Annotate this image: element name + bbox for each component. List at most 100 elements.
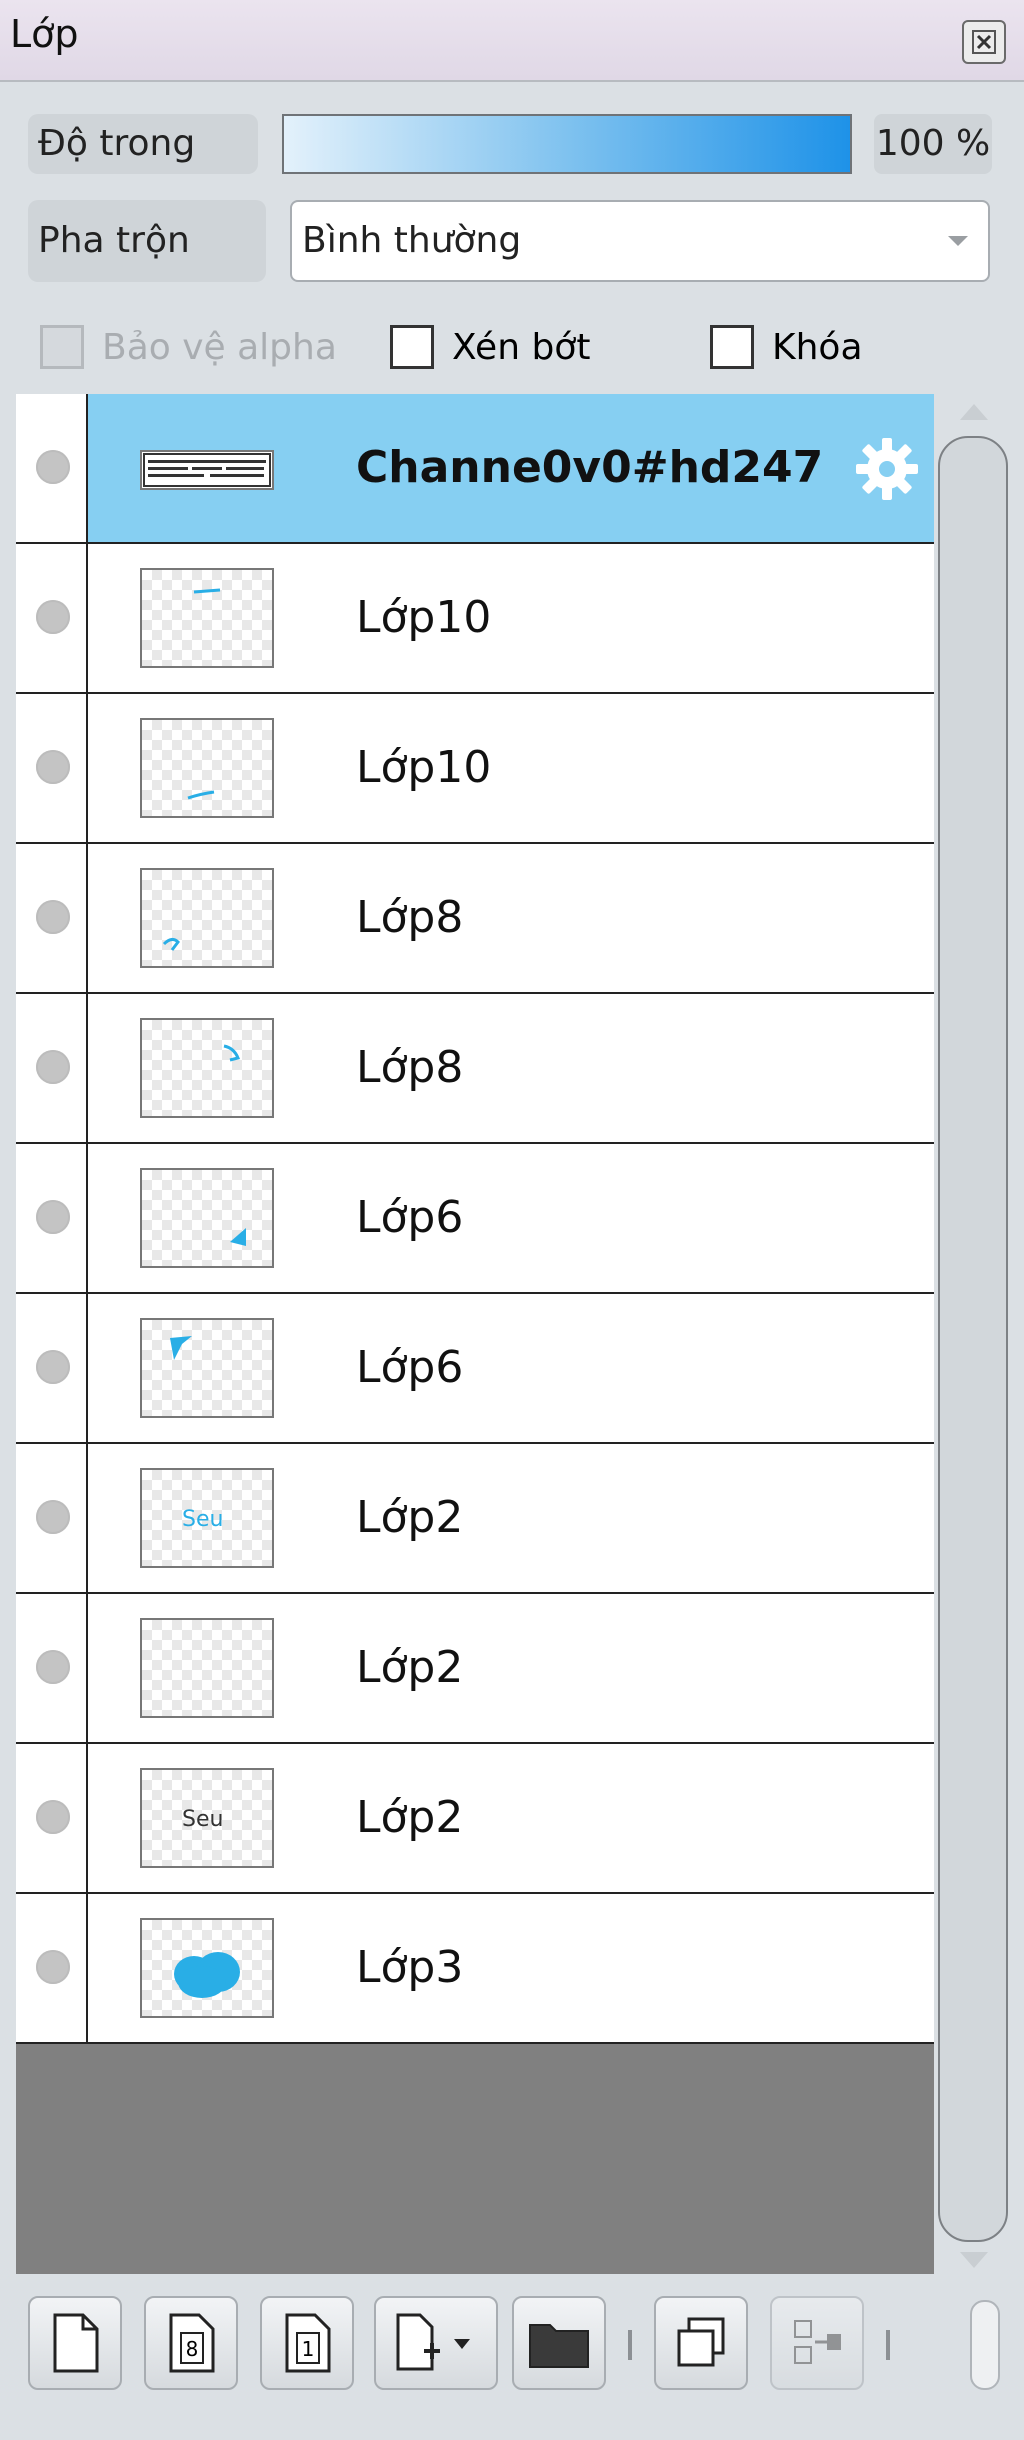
duplicate-layer-button[interactable] bbox=[654, 2296, 748, 2390]
layer-row-content[interactable]: Lớp3 bbox=[88, 1894, 934, 2042]
layer-row[interactable]: Lớp8 bbox=[16, 844, 934, 994]
layer-row-content[interactable]: Lớp6 bbox=[88, 1294, 934, 1442]
new-8bit-layer-button[interactable]: 8 bbox=[144, 2296, 238, 2390]
blend-mode-value: Bình thường bbox=[302, 220, 522, 261]
clipping-label: Xén bớt bbox=[452, 326, 591, 368]
layer-name: Lớp8 bbox=[356, 892, 464, 943]
layer-thumbnail bbox=[140, 1018, 274, 1118]
layer-thumbnail bbox=[140, 718, 274, 818]
duplicate-layer-icon bbox=[677, 2317, 725, 2367]
visibility-toggle[interactable] bbox=[16, 1594, 88, 1742]
visibility-dot-icon bbox=[36, 1800, 70, 1834]
clipping-box[interactable] bbox=[390, 325, 434, 369]
visibility-dot-icon bbox=[36, 900, 70, 934]
thumbnail-text: Seu bbox=[182, 1507, 223, 1532]
new-folder-icon bbox=[529, 2324, 589, 2368]
layer-thumbnail: Seu bbox=[140, 1768, 274, 1868]
layer-row[interactable]: Lớp10 bbox=[16, 544, 934, 694]
layer-row[interactable]: Channe0v0#hd247 bbox=[16, 394, 934, 544]
visibility-toggle[interactable] bbox=[16, 1444, 88, 1592]
visibility-toggle[interactable] bbox=[16, 994, 88, 1142]
lock-box[interactable] bbox=[710, 325, 754, 369]
scroll-down-icon[interactable] bbox=[960, 2252, 988, 2268]
layer-row-content[interactable]: Lớp10 bbox=[88, 544, 934, 692]
visibility-toggle[interactable] bbox=[16, 544, 88, 692]
layer-row-content[interactable]: Channe0v0#hd247 bbox=[88, 394, 934, 542]
opacity-value[interactable]: 100 % bbox=[874, 114, 992, 174]
opacity-slider[interactable] bbox=[282, 114, 852, 174]
layer-name: Lớp10 bbox=[356, 592, 492, 643]
lock-checkbox[interactable]: Khóa bbox=[710, 322, 863, 372]
scrollbar-thumb[interactable] bbox=[938, 436, 1008, 2242]
toolbar-separator bbox=[628, 2330, 632, 2360]
close-button[interactable] bbox=[962, 20, 1006, 64]
clipping-checkbox[interactable]: Xén bớt bbox=[390, 322, 590, 372]
layer-panel: Độ trong 100 % Pha trộn Bình thường Bảo … bbox=[0, 80, 1024, 2440]
layer-row[interactable]: Seu Lớp2 bbox=[16, 1444, 934, 1594]
visibility-toggle[interactable] bbox=[16, 844, 88, 992]
new-layer-button[interactable] bbox=[28, 2296, 122, 2390]
protect-alpha-box[interactable] bbox=[40, 325, 84, 369]
gear-icon[interactable] bbox=[854, 436, 920, 502]
merge-down-button[interactable] bbox=[770, 2296, 864, 2390]
scrollbar[interactable] bbox=[938, 394, 1010, 2274]
layer-row-content[interactable]: Lớp8 bbox=[88, 994, 934, 1142]
layer-row-content[interactable]: Lớp10 bbox=[88, 694, 934, 842]
layer-row-content[interactable]: Lớp2 bbox=[88, 1594, 934, 1742]
visibility-toggle[interactable] bbox=[16, 1294, 88, 1442]
protect-alpha-checkbox[interactable]: Bảo vệ alpha bbox=[40, 322, 337, 372]
layer-thumbnail bbox=[140, 568, 274, 668]
visibility-dot-icon bbox=[36, 450, 70, 484]
thumbnail-text: Seu bbox=[182, 1807, 223, 1832]
visibility-dot-icon bbox=[36, 1650, 70, 1684]
layer-row-content[interactable]: Seu Lớp2 bbox=[88, 1744, 934, 1892]
svg-text:1: 1 bbox=[302, 2337, 315, 2361]
add-layer-menu-button[interactable] bbox=[374, 2296, 498, 2390]
svg-text:8: 8 bbox=[186, 2337, 199, 2361]
visibility-toggle[interactable] bbox=[16, 1144, 88, 1292]
lock-label: Khóa bbox=[772, 326, 863, 368]
new-1bit-layer-icon: 1 bbox=[285, 2313, 331, 2373]
layer-row-content[interactable]: Seu Lớp2 bbox=[88, 1444, 934, 1592]
layer-row[interactable]: Lớp3 bbox=[16, 1894, 934, 2044]
layer-name: Lớp3 bbox=[356, 1942, 464, 1993]
visibility-toggle[interactable] bbox=[16, 1744, 88, 1892]
layer-name: Lớp2 bbox=[356, 1792, 464, 1843]
add-layer-menu-icon bbox=[396, 2313, 470, 2371]
scroll-up-icon[interactable] bbox=[960, 404, 988, 420]
layer-row[interactable]: Seu Lớp2 bbox=[16, 1744, 934, 1894]
layer-thumbnail bbox=[140, 450, 274, 490]
visibility-toggle[interactable] bbox=[16, 1894, 88, 2042]
layer-row[interactable]: Lớp2 bbox=[16, 1594, 934, 1744]
blend-mode-select[interactable]: Bình thường bbox=[290, 200, 990, 282]
opacity-label: Độ trong bbox=[28, 114, 258, 174]
layer-row-content[interactable]: Lớp6 bbox=[88, 1144, 934, 1292]
layer-row[interactable]: Lớp8 bbox=[16, 994, 934, 1144]
toolbar-overflow-handle[interactable] bbox=[970, 2300, 1000, 2390]
new-layer-icon bbox=[53, 2313, 99, 2373]
close-icon bbox=[972, 30, 996, 54]
layer-thumbnail bbox=[140, 1618, 274, 1718]
new-folder-button[interactable] bbox=[512, 2296, 606, 2390]
visibility-toggle[interactable] bbox=[16, 694, 88, 842]
layer-name: Lớp6 bbox=[356, 1192, 464, 1243]
layer-name: Lớp8 bbox=[356, 1042, 464, 1093]
protect-alpha-label: Bảo vệ alpha bbox=[102, 326, 337, 368]
visibility-toggle[interactable] bbox=[16, 394, 88, 542]
title-bar: Lớp bbox=[0, 0, 1024, 80]
layer-toolbar: 8 1 bbox=[0, 2280, 1024, 2440]
layer-row[interactable]: Lớp6 bbox=[16, 1294, 934, 1444]
visibility-dot-icon bbox=[36, 750, 70, 784]
layer-row[interactable]: Lớp10 bbox=[16, 694, 934, 844]
layer-row-content[interactable]: Lớp8 bbox=[88, 844, 934, 992]
visibility-dot-icon bbox=[36, 1200, 70, 1234]
layer-thumbnail: Seu bbox=[140, 1468, 274, 1568]
visibility-dot-icon bbox=[36, 1050, 70, 1084]
toolbar-separator bbox=[886, 2330, 890, 2360]
new-8bit-layer-icon: 8 bbox=[169, 2313, 215, 2373]
new-1bit-layer-button[interactable]: 1 bbox=[260, 2296, 354, 2390]
layer-row[interactable]: Lớp6 bbox=[16, 1144, 934, 1294]
layer-name: Lớp2 bbox=[356, 1642, 464, 1693]
layer-name: Lớp6 bbox=[356, 1342, 464, 1393]
layer-name: Lớp2 bbox=[356, 1492, 464, 1543]
